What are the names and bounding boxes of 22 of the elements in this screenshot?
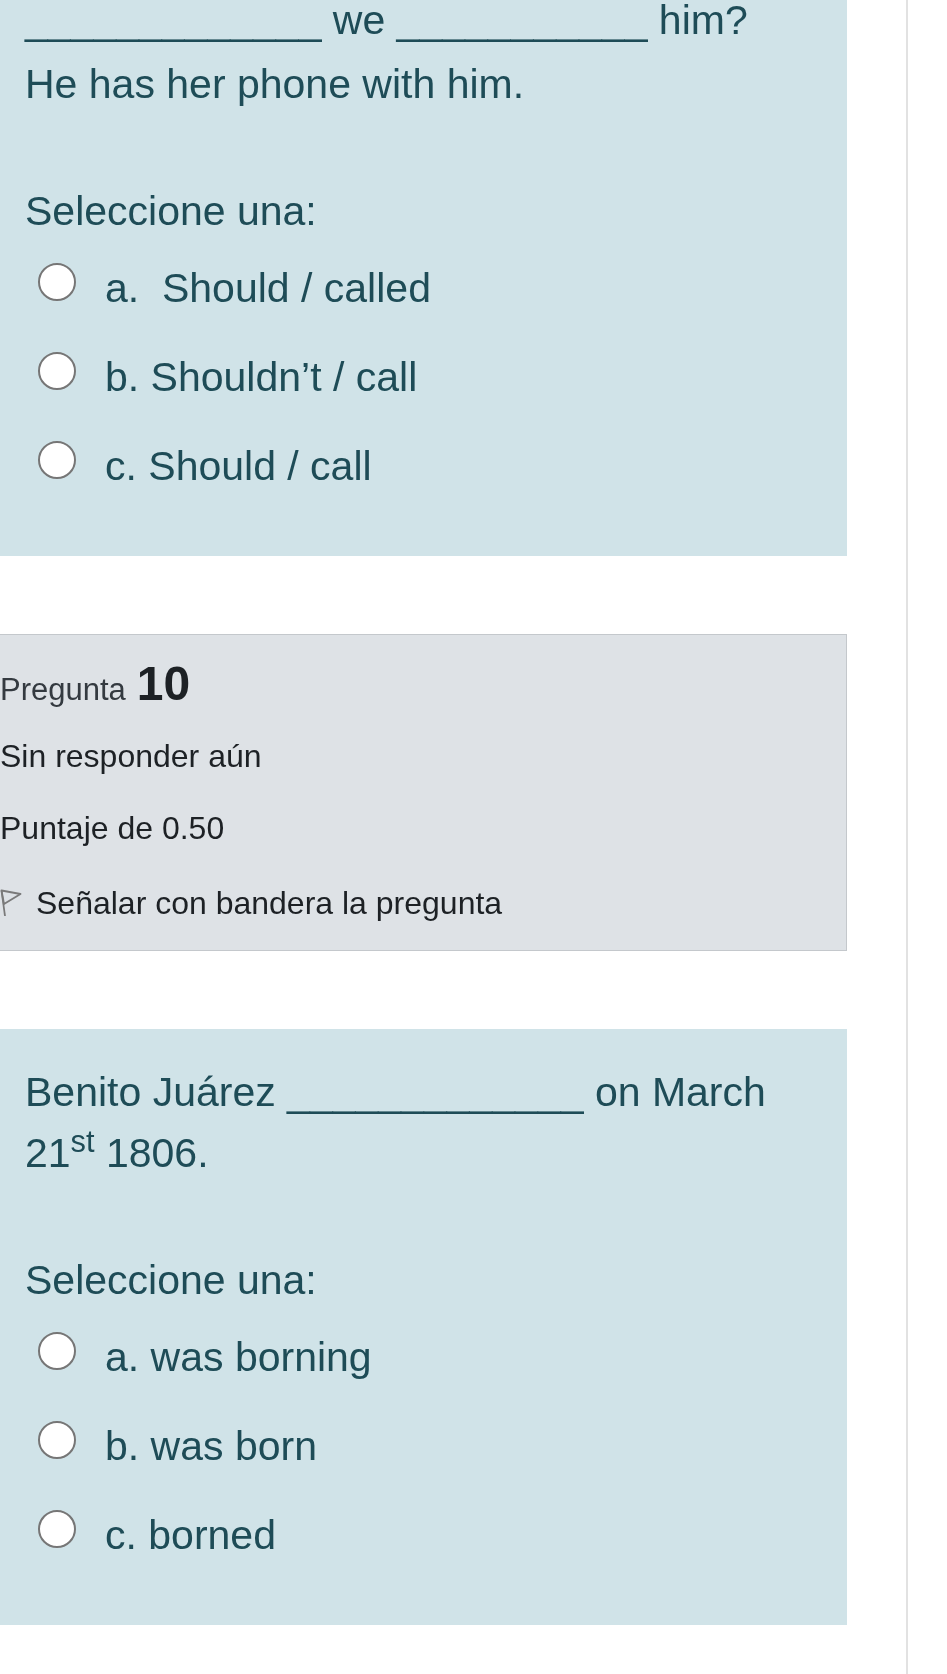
- instruction-text: Seleccione una:: [25, 187, 317, 236]
- option-text[interactable]: c. borned: [105, 1509, 276, 1560]
- radio-button[interactable]: [38, 1331, 76, 1370]
- question-number: 10: [136, 656, 191, 712]
- radio-button[interactable]: [38, 1420, 76, 1459]
- option-text[interactable]: b. was born: [105, 1420, 317, 1471]
- grade-text: Puntaje de 0.50: [0, 809, 225, 848]
- radio-button[interactable]: [38, 440, 76, 479]
- radio-button[interactable]: [38, 351, 76, 390]
- radio-button[interactable]: [38, 1509, 76, 1548]
- option-text[interactable]: a. Should / called: [105, 262, 431, 313]
- option-text[interactable]: a. was borning: [105, 1331, 372, 1382]
- instruction-text: Seleccione una:: [25, 1256, 317, 1305]
- flag-question-link[interactable]: Señalar con bandera la pregunta: [0, 883, 503, 923]
- radio-button[interactable]: [38, 262, 76, 301]
- question-text: _____________ we ___________ him?: [25, 0, 749, 40]
- option-text[interactable]: c. Should / call: [105, 440, 372, 491]
- question-text: Benito Juárez _____________ on March 21$^{st}$ 1806.: [25, 1068, 767, 1178]
- status-text: Sin responder aún: [0, 737, 262, 776]
- option-text[interactable]: b. Shouldn’t / call: [105, 351, 418, 402]
- question-label: Pregunta: [0, 671, 126, 709]
- question-text: He has her phone with him.: [25, 60, 526, 109]
